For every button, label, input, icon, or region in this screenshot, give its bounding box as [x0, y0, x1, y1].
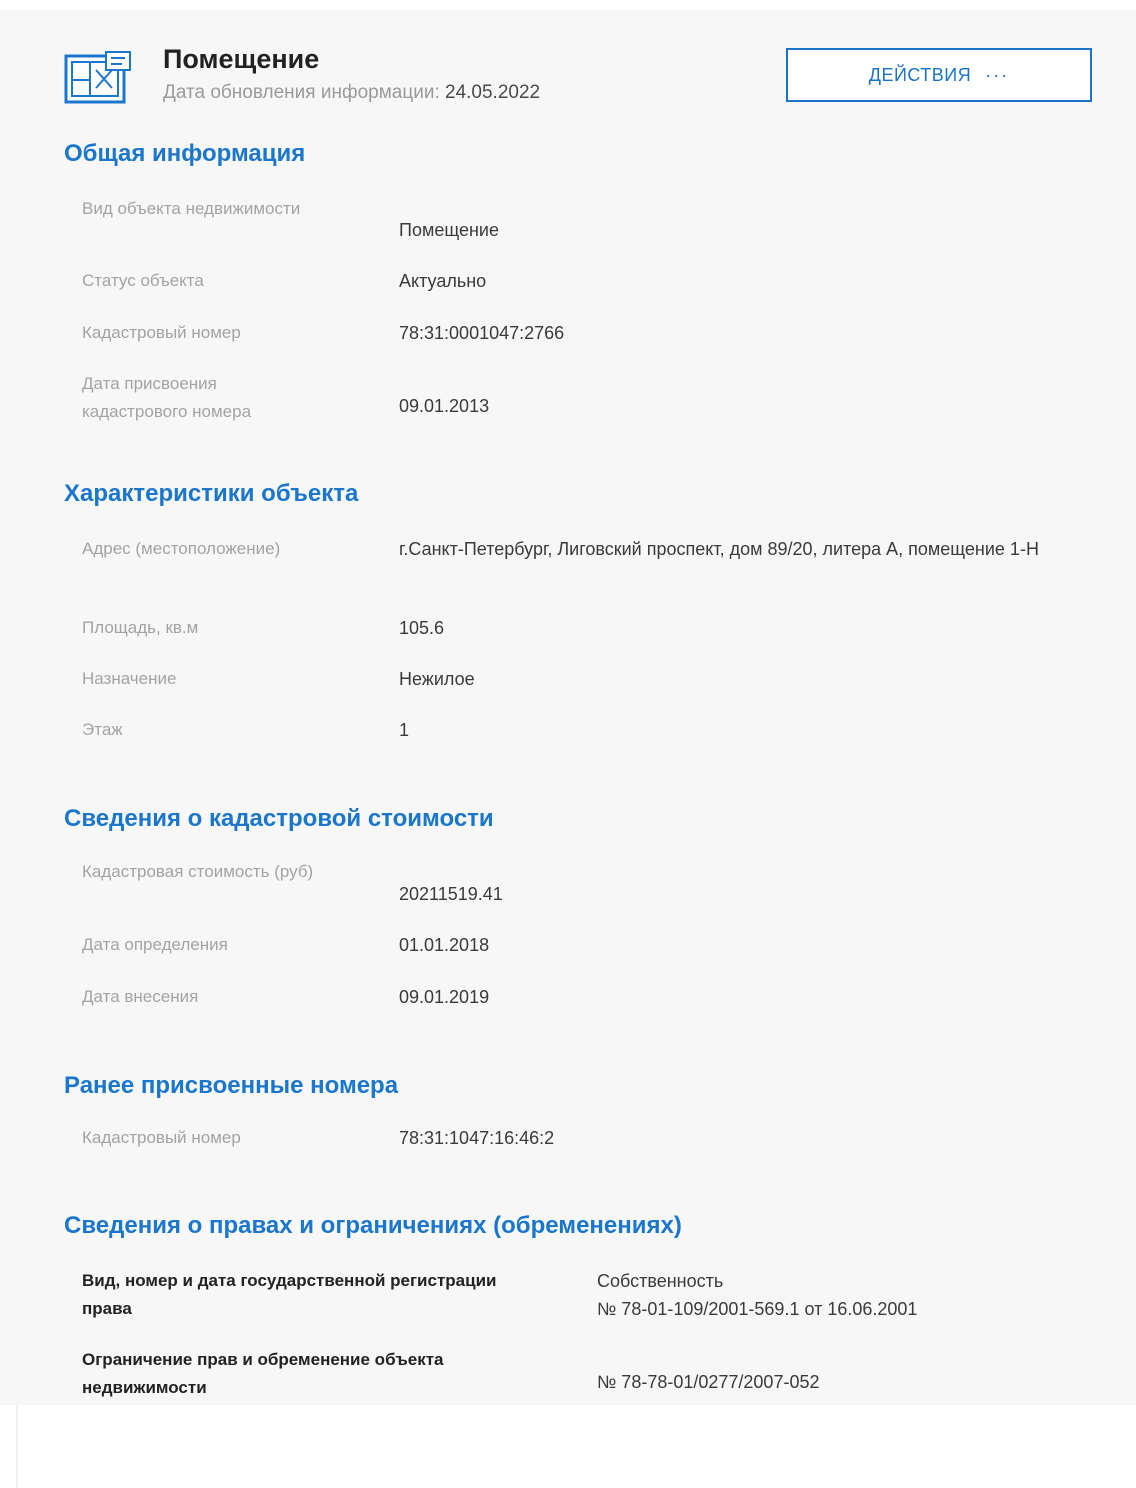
field-value: 78:31:1047:16:46:2	[399, 1128, 555, 1148]
field-value: Помещение	[399, 220, 499, 240]
field-label: Назначение	[82, 669, 177, 688]
more-dots-icon: ···	[985, 64, 1010, 85]
field-value: 01.01.2018	[399, 935, 490, 955]
field-label: Ограничение прав и обременение объекта н…	[82, 1350, 444, 1397]
field-value: № 78-01-109/2001-569.1 от 16.06.2001	[597, 1299, 918, 1319]
actions-button[interactable]: ДЕЙСТВИЯ ···	[786, 48, 1092, 102]
field-label: Кадастровый номер	[82, 323, 241, 342]
field-label: Вид, номер и дата государственной регист…	[82, 1271, 497, 1318]
object-card: Помещение Дата обновления информации: 24…	[0, 10, 1136, 1405]
field-value: 20211519.41	[399, 884, 503, 904]
actions-label: ДЕЙСТВИЯ	[868, 64, 972, 85]
page-title: Помещение	[163, 44, 320, 74]
card-header: Помещение Дата обновления информации: 24…	[0, 10, 1136, 120]
field-value: 105.6	[399, 618, 445, 638]
field-label: Дата присвоения кадастрового номера	[82, 374, 252, 421]
field-value: 1	[399, 720, 410, 740]
field-value: 09.01.2019	[399, 987, 490, 1007]
field-value: 78:31:0001047:2766	[399, 323, 565, 343]
section-title-rights: Сведения о правах и ограничениях (обреме…	[64, 1212, 682, 1239]
field-label: Дата определения	[82, 935, 228, 954]
field-label: Этаж	[82, 720, 123, 739]
update-date: 24.05.2022	[445, 82, 541, 103]
field-label: Статус объекта	[82, 271, 204, 290]
field-label: Вид объекта недвижимости	[82, 199, 301, 218]
field-value: 09.01.2013	[399, 396, 490, 416]
field-value: г.Санкт-Петербург, Лиговский проспект, д…	[399, 539, 1039, 559]
field-value: Актуально	[399, 271, 487, 291]
field-value: Собственность	[597, 1271, 724, 1291]
section-title-cadastral-value: Сведения о кадастровой стоимости	[64, 805, 494, 832]
update-label: Дата обновления информации:	[163, 82, 440, 103]
field-label: Адрес (местоположение)	[82, 539, 281, 558]
field-value: № 78-78-01/0277/2007-052	[597, 1372, 820, 1392]
field-value: Нежилое	[399, 669, 475, 689]
section-title-previous-numbers: Ранее присвоенные номера	[64, 1072, 399, 1099]
section-title-general: Общая информация	[64, 140, 306, 167]
field-label: Кадастровая стоимость (руб)	[82, 862, 314, 881]
field-label: Кадастровый номер	[82, 1128, 241, 1147]
field-label: Дата внесения	[82, 987, 199, 1006]
field-label: Площадь, кв.м	[82, 618, 199, 637]
update-info: Дата обновления информации: 24.05.2022	[163, 82, 540, 104]
building-plan-icon	[64, 50, 134, 106]
section-title-characteristics: Характеристики объекта	[64, 480, 359, 507]
